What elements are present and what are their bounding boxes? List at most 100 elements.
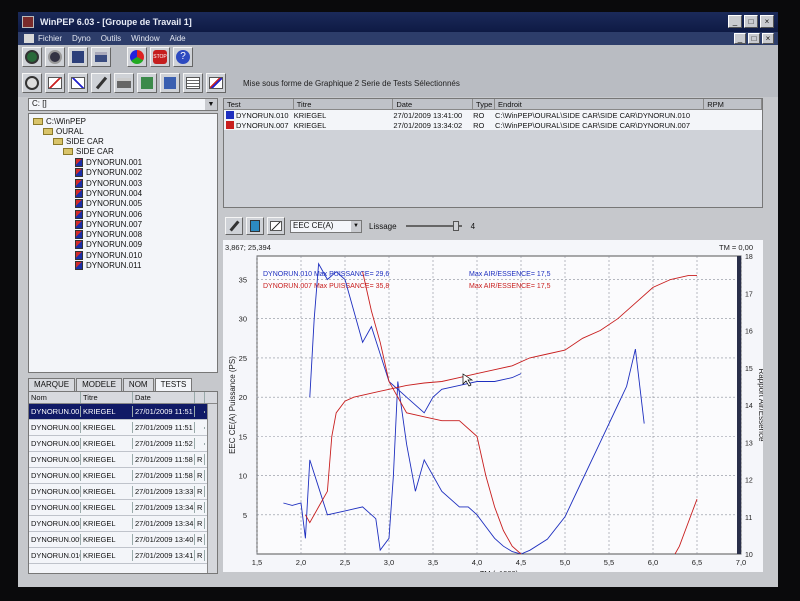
table-cell: R	[195, 550, 205, 561]
menu-window[interactable]: Window	[131, 34, 159, 43]
channel-select[interactable]: EEC CE(A) ▼	[290, 219, 362, 233]
y-tick-label: 10	[239, 472, 247, 481]
tab-marque[interactable]: MARQUE	[28, 378, 76, 391]
tools-icon[interactable]	[91, 73, 111, 93]
tree-file[interactable]: DYNORUN.001	[75, 158, 142, 168]
table-cell: 27/01/2009 13:40	[135, 534, 195, 545]
minimize-button[interactable]: _	[728, 15, 742, 28]
test-row[interactable]: DYNORUN.010 KRIEGEL 27/01/2009 13:41:00 RO C…	[224, 110, 762, 120]
tree-file[interactable]: DYNORUN.008	[75, 230, 142, 240]
menu-outils[interactable]: Outils	[101, 34, 121, 43]
tools-icon[interactable]	[225, 217, 243, 235]
chevron-down-icon[interactable]: ▼	[351, 220, 361, 232]
table-cell: KRIEGEL	[81, 550, 133, 561]
chart-icon[interactable]	[68, 73, 88, 93]
screen: WinPEP 6.03 - [Groupe de Travail 1] _ □ …	[18, 12, 778, 587]
grid-header-extra[interactable]	[195, 392, 205, 403]
tree-file-label: DYNORUN.002	[86, 168, 143, 178]
open-icon[interactable]	[45, 47, 65, 67]
close-button[interactable]: ×	[760, 15, 774, 28]
table-row[interactable]: DYNORUN.006 KRIEGEL 27/01/2009 13:33 R	[29, 484, 217, 500]
tree-file-label: DYNORUN.007	[86, 219, 143, 229]
grid-header-titre[interactable]: Titre	[81, 392, 133, 403]
menu-dyno[interactable]: Dyno	[72, 34, 91, 43]
grid-scrollbar[interactable]	[207, 404, 217, 573]
table-row[interactable]: DYNORUN.003 KRIEGEL 27/01/2009 11:52	[29, 436, 217, 452]
chevron-down-icon[interactable]: ▼	[205, 99, 217, 110]
tree-file[interactable]: DYNORUN.010	[75, 250, 142, 261]
power-chart[interactable]: 1,5 2,0 2,5 3,0 3,5 4,0 4,5 5,0 5,5 6,0 6,5 7,0 5 10 1…	[223, 240, 763, 572]
table-row[interactable]: DYNORUN.001 KRIEGEL 27/01/2009 11:51	[29, 404, 217, 420]
tree-file[interactable]: DYNORUN.005	[75, 199, 142, 209]
tests-header-date[interactable]: Date	[393, 99, 474, 109]
slider-thumb[interactable]	[453, 221, 460, 231]
grid-header-date[interactable]: Date	[133, 392, 195, 403]
test-row[interactable]: DYNORUN.007 KRIEGEL 27/01/2009 13:34:02 RO C…	[224, 120, 762, 130]
tree-file[interactable]: DYNORUN.006	[75, 209, 143, 220]
table-row[interactable]: DYNORUN.005 KRIEGEL 27/01/2009 11:58 R	[29, 468, 217, 484]
table-icon[interactable]	[183, 73, 203, 93]
graph-settings-icon[interactable]	[267, 217, 285, 235]
doc-minimize-button[interactable]: _	[734, 33, 746, 44]
compare-icon[interactable]	[45, 73, 65, 93]
tree-file[interactable]: DYNORUN.002	[75, 168, 142, 178]
tests-header-titre[interactable]: Titre	[294, 99, 394, 109]
drive-select[interactable]: C: [] ▼	[28, 98, 218, 111]
document-icon[interactable]	[24, 34, 34, 43]
print-icon[interactable]	[91, 47, 111, 67]
table-row[interactable]: DYNORUN.004 KRIEGEL 27/01/2009 11:58 R	[29, 452, 217, 468]
doc-maximize-button[interactable]: □	[748, 33, 760, 44]
x-tick-label: 2,5	[340, 558, 350, 567]
import-icon[interactable]	[160, 73, 180, 93]
tree-folder-side-car[interactable]: SIDE CAR	[53, 137, 104, 147]
multi-graph-icon[interactable]	[206, 73, 226, 93]
tree-file[interactable]: DYNORUN.007	[75, 219, 143, 230]
table-row[interactable]: DYNORUN.002 KRIEGEL 27/01/2009 11:51	[29, 420, 217, 436]
table-cell: R	[195, 518, 205, 529]
table-row[interactable]: DYNORUN.007 KRIEGEL 27/01/2009 13:34 R	[29, 500, 217, 516]
tab-tests[interactable]: TESTS	[154, 378, 193, 391]
window-title: WinPEP 6.03 - [Groupe de Travail 1]	[40, 17, 192, 27]
tests-header-endroit[interactable]: Endroit	[495, 99, 705, 109]
stop-icon[interactable]: STOP	[150, 47, 170, 67]
table-row[interactable]: DYNORUN.008 KRIEGEL 27/01/2009 13:34 R	[29, 516, 217, 532]
tests-header-rpm[interactable]: RPM	[704, 99, 762, 109]
graph-icon[interactable]	[22, 73, 42, 93]
export-icon[interactable]	[137, 73, 157, 93]
tree-file[interactable]: DYNORUN.009	[75, 240, 142, 250]
tree-file[interactable]: DYNORUN.011	[75, 261, 141, 271]
y2-tick-label: 12	[745, 478, 753, 485]
save-icon[interactable]	[68, 47, 88, 67]
tree-file-label: DYNORUN.006	[86, 209, 143, 219]
tree-file[interactable]: DYNORUN.003	[75, 178, 142, 189]
grid-header-nom[interactable]: Nom	[29, 392, 81, 403]
help-icon[interactable]: ?	[173, 47, 193, 67]
table-row[interactable]: DYNORUN.009 KRIEGEL 27/01/2009 13:40 R	[29, 532, 217, 548]
palette-icon[interactable]	[127, 47, 147, 67]
tab-modele[interactable]: MODELE	[76, 378, 122, 391]
lissage-slider[interactable]	[405, 221, 462, 231]
tab-nom[interactable]: NOM	[122, 378, 154, 391]
tree-root[interactable]: C:\WinPEP	[33, 117, 86, 127]
tree-folder-side-car-sub[interactable]: SIDE CAR	[63, 147, 114, 157]
menu-aide[interactable]: Aide	[170, 34, 186, 43]
tests-header-test[interactable]: Test	[224, 99, 294, 109]
printer-icon[interactable]	[114, 73, 134, 93]
copy-icon[interactable]	[246, 217, 264, 235]
chart-svg: 1,5 2,0 2,5 3,0 3,5 4,0 4,5 5,0 5,5 6,0 6,5 7,0 5 10 1…	[225, 243, 763, 572]
maximize-button[interactable]: □	[744, 15, 758, 28]
table-cell: DYNORUN.007	[31, 502, 81, 513]
tree-file[interactable]: DYNORUN.004	[75, 188, 142, 199]
doc-close-button[interactable]: ×	[762, 33, 774, 44]
tests-header-type[interactable]: Type	[473, 99, 496, 109]
menu-fichier[interactable]: Fichier	[38, 34, 62, 43]
gauge-icon[interactable]	[22, 47, 42, 67]
chart-annotation: Max AIR/ESSENCE= 17,5	[469, 271, 551, 278]
y2-tick-label: 11	[745, 515, 752, 522]
dyno-file-icon	[75, 240, 83, 250]
test-cell: DYNORUN.010	[224, 110, 294, 120]
tree-folder-oural[interactable]: OURAL	[43, 127, 84, 137]
y-tick-label: 30	[239, 315, 247, 324]
table-row[interactable]: DYNORUN.010 KRIEGEL 27/01/2009 13:41 R	[29, 548, 217, 564]
x-tick-label: 3,0	[384, 558, 394, 567]
